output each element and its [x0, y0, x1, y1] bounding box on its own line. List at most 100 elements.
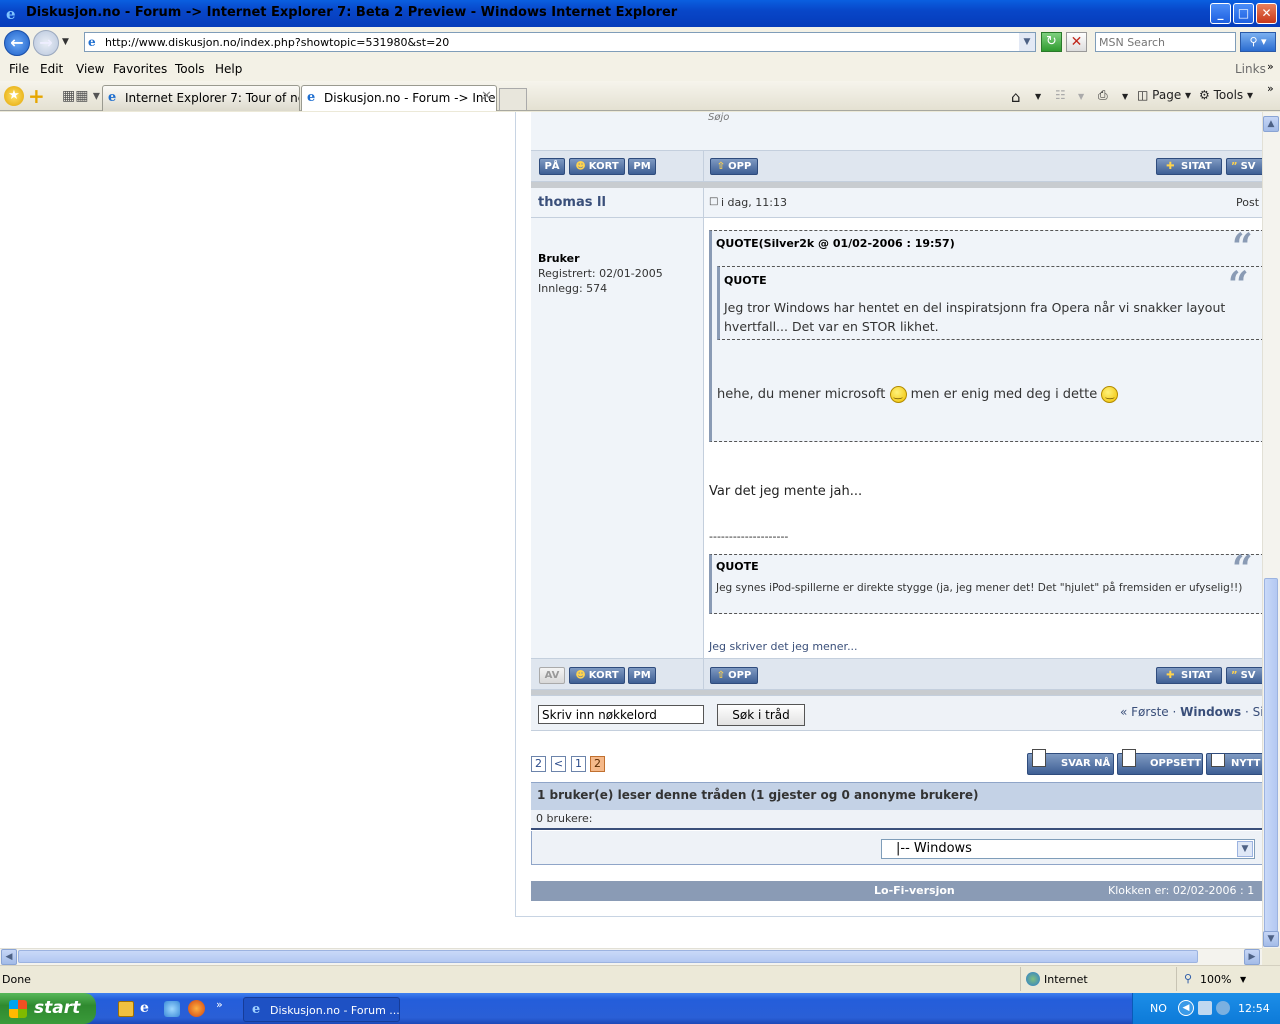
- post-author[interactable]: thomas ll: [538, 195, 606, 210]
- scroll-left-icon[interactable]: ◀: [1, 949, 17, 965]
- gear-icon: ⚙: [1199, 88, 1210, 102]
- feeds-icon[interactable]: ☷: [1055, 88, 1066, 102]
- language-indicator[interactable]: NO: [1150, 1002, 1167, 1015]
- tab-label: Diskusjon.no - Forum -> Inte...: [324, 91, 497, 105]
- smiley-icon: ‿: [1101, 386, 1119, 403]
- menu-edit[interactable]: Edit: [40, 62, 63, 76]
- firefox-icon[interactable]: [188, 1000, 205, 1017]
- print-dropdown-icon[interactable]: ▼: [1122, 92, 1128, 101]
- chevron-right-icon[interactable]: »: [216, 998, 223, 1011]
- reply-button[interactable]: ” SV: [1226, 667, 1262, 684]
- page-1-link[interactable]: 1: [571, 756, 586, 772]
- feeds-dropdown-icon[interactable]: ▼: [1078, 92, 1084, 101]
- messenger-icon[interactable]: [164, 1001, 180, 1017]
- horizontal-scroll-thumb[interactable]: [18, 950, 1198, 963]
- close-button[interactable]: ✕: [1256, 3, 1277, 24]
- outer-quote-text-part1: hehe, du mener microsoft: [717, 387, 886, 402]
- profile-card-button[interactable]: ☻ KORT: [569, 158, 625, 175]
- nav-first-link[interactable]: « Første: [1120, 705, 1169, 719]
- minimize-button[interactable]: _: [1210, 3, 1231, 24]
- tools-menu-button[interactable]: ⚙ Tools ▾: [1199, 88, 1253, 102]
- zoom-icon: ⚲: [1184, 972, 1193, 985]
- pm-button[interactable]: PM: [628, 158, 656, 175]
- menu-file[interactable]: File: [9, 62, 29, 76]
- member-registered: Registrert: 02/01-2005: [538, 267, 663, 280]
- tab-ie7-tour[interactable]: e Internet Explorer 7: Tour of new...: [102, 85, 300, 111]
- history-dropdown-icon[interactable]: ▼: [62, 37, 69, 47]
- print-icon[interactable]: ⎙: [1098, 88, 1108, 103]
- sitat-label: SITAT: [1181, 670, 1212, 681]
- profile-card-button[interactable]: ☻ KORT: [569, 667, 625, 684]
- forum-jump-select[interactable]: |-- Windows ▼: [881, 839, 1255, 859]
- menu-tools[interactable]: Tools: [175, 62, 205, 76]
- to-top-button[interactable]: ⇧ OPP: [710, 158, 758, 175]
- volume-icon[interactable]: [1216, 1001, 1230, 1015]
- nytt-label: NYTT E: [1231, 758, 1262, 769]
- menu-help[interactable]: Help: [215, 62, 242, 76]
- quote-button[interactable]: ✚ SITAT: [1156, 667, 1222, 684]
- post-number-link[interactable]: Post: [1236, 196, 1259, 209]
- ie-tab-icon: e: [108, 90, 117, 105]
- close-tab-icon[interactable]: ✕: [481, 89, 492, 104]
- search-go-button[interactable]: ⚲ ▾: [1240, 32, 1276, 52]
- links-toolbar[interactable]: Links: [1235, 62, 1266, 76]
- globe-icon: [1026, 972, 1040, 986]
- security-zone[interactable]: Internet: [1044, 973, 1088, 986]
- ie-quicklaunch-icon[interactable]: e: [140, 1000, 149, 1016]
- previous-signature: Søjo: [708, 112, 730, 123]
- zoom-dropdown-icon[interactable]: ▼: [1240, 975, 1246, 984]
- chevron-right-icon[interactable]: »: [1267, 60, 1274, 73]
- quote-mark-icon: “: [1232, 548, 1253, 590]
- to-top-button[interactable]: ⇧ OPP: [710, 667, 758, 684]
- new-tab-button[interactable]: [499, 88, 527, 110]
- offline-status-button[interactable]: AV: [539, 667, 565, 684]
- online-status-button[interactable]: PÅ: [539, 158, 565, 175]
- options-button[interactable]: OPPSETT: [1117, 749, 1203, 775]
- back-button[interactable]: ←: [4, 30, 30, 56]
- thread-search-input[interactable]: [538, 705, 704, 724]
- reply-now-button[interactable]: SVAR NÅ: [1027, 749, 1114, 775]
- stop-button[interactable]: ✕: [1066, 32, 1087, 52]
- refresh-button[interactable]: ↻: [1041, 32, 1062, 52]
- forward-button[interactable]: →: [33, 30, 59, 56]
- nav-forum-link[interactable]: Windows: [1180, 705, 1241, 719]
- page-content: Søjo PÅ ☻ KORT PM ⇧ OPP ✚ SITAT ” SV thomas…: [0, 112, 1262, 948]
- active-users-list: [531, 810, 1262, 830]
- taskbar-item-ie[interactable]: e Diskusjon.no - Forum ...: [243, 997, 400, 1022]
- outlook-icon[interactable]: [118, 1001, 134, 1017]
- home-dropdown-icon[interactable]: ▼: [1035, 92, 1041, 101]
- scroll-up-icon[interactable]: ▲: [1263, 116, 1279, 132]
- signature-quote-title: QUOTE: [716, 560, 759, 573]
- pm-button[interactable]: PM: [628, 667, 656, 684]
- new-topic-button[interactable]: NYTT E: [1206, 753, 1262, 775]
- nav-separator: ·: [1244, 705, 1249, 719]
- vertical-scroll-thumb[interactable]: [1264, 578, 1278, 932]
- thread-search-button[interactable]: Søk i tråd: [717, 704, 805, 726]
- quote-button[interactable]: ✚ SITAT: [1156, 158, 1222, 175]
- scroll-down-icon[interactable]: ▼: [1263, 931, 1279, 947]
- page-menu-button[interactable]: ◫ Page ▾: [1137, 88, 1191, 102]
- add-favorite-icon[interactable]: +: [28, 84, 45, 108]
- previous-page-link[interactable]: <: [551, 756, 566, 772]
- home-icon[interactable]: ⌂: [1011, 88, 1021, 106]
- favorites-center-icon[interactable]: ★: [4, 86, 24, 106]
- scroll-right-icon[interactable]: ▶: [1244, 949, 1260, 965]
- address-dropdown-icon[interactable]: ▼: [1019, 33, 1035, 51]
- address-bar[interactable]: e http://www.diskusjon.no/index.php?show…: [84, 32, 1036, 52]
- lofi-link[interactable]: Lo-Fi-versjon: [874, 884, 955, 897]
- menu-view[interactable]: View: [76, 62, 104, 76]
- nav-last-link[interactable]: Sis: [1253, 705, 1262, 719]
- network-icon[interactable]: [1198, 1001, 1212, 1015]
- status-bar: [0, 965, 1280, 993]
- chevron-right-icon[interactable]: »: [1267, 82, 1274, 95]
- tab-diskusjon[interactable]: e Diskusjon.no - Forum -> Inte...: [301, 85, 497, 111]
- search-input[interactable]: [1095, 32, 1236, 52]
- sitat-label: SITAT: [1181, 161, 1212, 172]
- maximize-button[interactable]: □: [1233, 3, 1254, 24]
- show-hidden-icons-icon[interactable]: ◀: [1178, 1000, 1194, 1016]
- zoom-level[interactable]: 100%: [1200, 973, 1231, 986]
- menu-favorites[interactable]: Favorites: [113, 62, 167, 76]
- chevron-down-icon[interactable]: ▼: [1237, 841, 1253, 857]
- reply-button[interactable]: ” SV: [1226, 158, 1262, 175]
- quick-tabs-icon[interactable]: ▦▦ ▾: [62, 88, 100, 104]
